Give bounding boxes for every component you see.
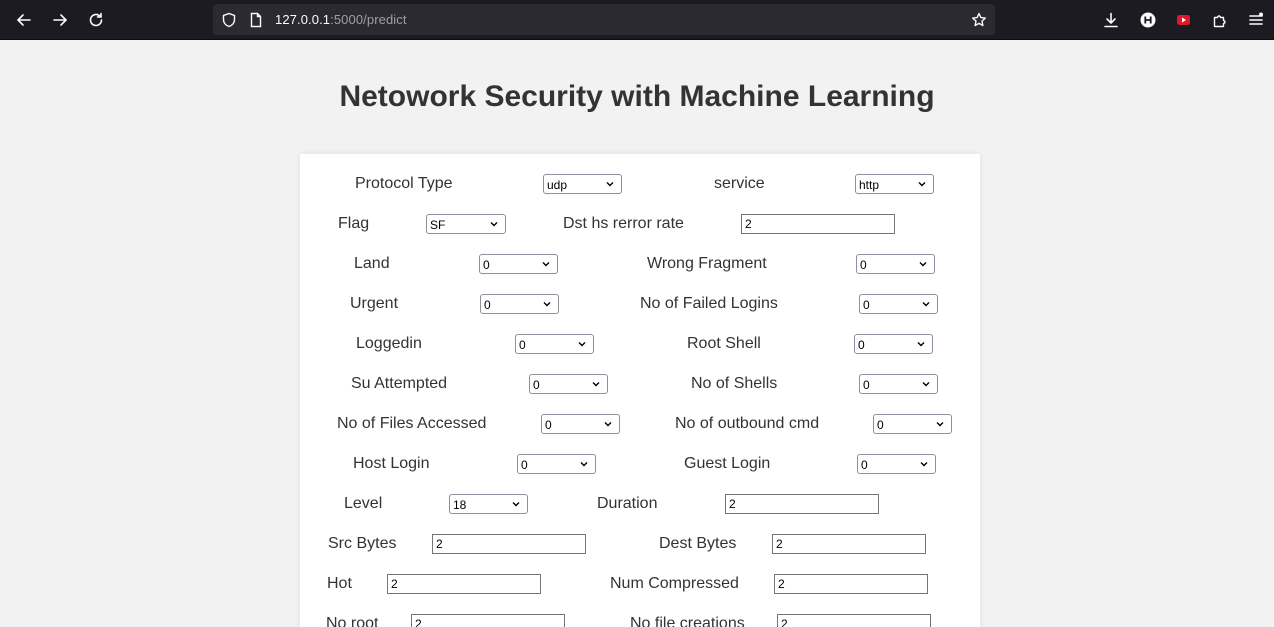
download-icon[interactable]	[1099, 8, 1123, 32]
service-label: service	[714, 175, 765, 192]
failed-logins-select[interactable]: 0	[859, 294, 938, 314]
hot-label: Hot	[327, 575, 352, 592]
src-bytes-label: Src Bytes	[328, 535, 397, 552]
service-select[interactable]: http	[855, 174, 934, 194]
host-login-select[interactable]: 0	[517, 454, 596, 474]
guest-login-select[interactable]: 0	[857, 454, 936, 474]
prediction-form: Protocol Type udp service http Flag SF D…	[300, 154, 980, 627]
root-shell-label: Root Shell	[687, 335, 761, 352]
protocol-type-label: Protocol Type	[355, 175, 453, 192]
file-creations-label: No file creations	[630, 615, 745, 627]
chevron-down-icon	[542, 262, 550, 267]
chevron-down-icon	[918, 182, 926, 187]
files-accessed-select[interactable]: 0	[541, 414, 620, 434]
dst-hs-rerror-rate-input[interactable]	[741, 214, 895, 234]
land-select[interactable]: 0	[479, 254, 558, 274]
wrong-fragment-label: Wrong Fragment	[647, 255, 767, 272]
chevron-down-icon	[580, 462, 588, 467]
num-compressed-label: Num Compressed	[610, 575, 739, 592]
root-shell-select[interactable]: 0	[854, 334, 933, 354]
failed-logins-label: No of Failed Logins	[640, 295, 778, 312]
chevron-down-icon	[922, 302, 930, 307]
host-login-label: Host Login	[353, 455, 430, 472]
outbound-cmd-select[interactable]: 0	[873, 414, 952, 434]
protocol-type-select[interactable]: udp	[543, 174, 622, 194]
num-shells-label: No of Shells	[691, 375, 778, 392]
guest-login-label: Guest Login	[684, 455, 771, 472]
urgent-label: Urgent	[350, 295, 399, 312]
flag-label: Flag	[338, 215, 370, 232]
menu-icon[interactable]	[1244, 8, 1268, 32]
no-root-input[interactable]	[411, 614, 565, 627]
url-bar[interactable]: 127.0.0.1:5000/predict	[213, 4, 995, 35]
chevron-down-icon	[919, 262, 927, 267]
chevron-down-icon	[604, 422, 612, 427]
duration-label: Duration	[597, 495, 658, 512]
forward-arrow-icon[interactable]	[48, 8, 72, 32]
file-creations-input[interactable]	[777, 614, 931, 627]
land-label: Land	[354, 255, 390, 272]
flag-select[interactable]: SF	[426, 214, 506, 234]
chevron-down-icon	[917, 342, 925, 347]
loggedin-label: Loggedin	[356, 335, 422, 352]
outbound-cmd-label: No of outbound cmd	[675, 415, 820, 432]
extensions-puzzle-icon[interactable]	[1208, 8, 1232, 32]
back-arrow-icon[interactable]	[12, 8, 36, 32]
chevron-down-icon	[578, 342, 586, 347]
urgent-select[interactable]: 0	[480, 294, 559, 314]
num-shells-select[interactable]: 0	[859, 374, 938, 394]
src-bytes-input[interactable]	[432, 534, 586, 554]
hot-input[interactable]	[387, 574, 541, 594]
level-label: Level	[344, 495, 383, 512]
files-accessed-label: No of Files Accessed	[337, 415, 487, 432]
url-text: 127.0.0.1:5000/predict	[275, 12, 407, 27]
page-icon[interactable]	[247, 11, 265, 29]
chevron-down-icon	[920, 462, 928, 467]
no-root-label: No root	[326, 615, 379, 627]
browser-toolbar: 127.0.0.1:5000/predict	[0, 0, 1274, 40]
dest-bytes-input[interactable]	[772, 534, 926, 554]
chevron-down-icon	[592, 382, 600, 387]
dest-bytes-label: Dest Bytes	[659, 535, 737, 552]
su-attempted-label: Su Attempted	[351, 375, 448, 392]
loggedin-select[interactable]: 0	[515, 334, 594, 354]
reload-icon[interactable]	[84, 8, 108, 32]
su-attempted-select[interactable]: 0	[529, 374, 608, 394]
level-select[interactable]: 18	[449, 494, 528, 514]
account-h-icon[interactable]	[1136, 8, 1160, 32]
shield-icon[interactable]	[220, 11, 238, 29]
chevron-down-icon	[922, 382, 930, 387]
duration-input[interactable]	[725, 494, 879, 514]
wrong-fragment-select[interactable]: 0	[856, 254, 935, 274]
chevron-down-icon	[936, 422, 944, 427]
bookmark-star-icon[interactable]	[970, 11, 988, 29]
page-title: Netowork Security with Machine Learning	[339, 80, 935, 113]
chevron-down-icon	[543, 302, 551, 307]
num-compressed-input[interactable]	[774, 574, 928, 594]
chevron-down-icon	[512, 502, 520, 507]
youtube-extension-icon[interactable]	[1172, 8, 1196, 32]
dst-hs-rerror-rate-label: Dst hs rerror rate	[563, 215, 684, 232]
chevron-down-icon	[490, 222, 498, 227]
chevron-down-icon	[606, 182, 614, 187]
